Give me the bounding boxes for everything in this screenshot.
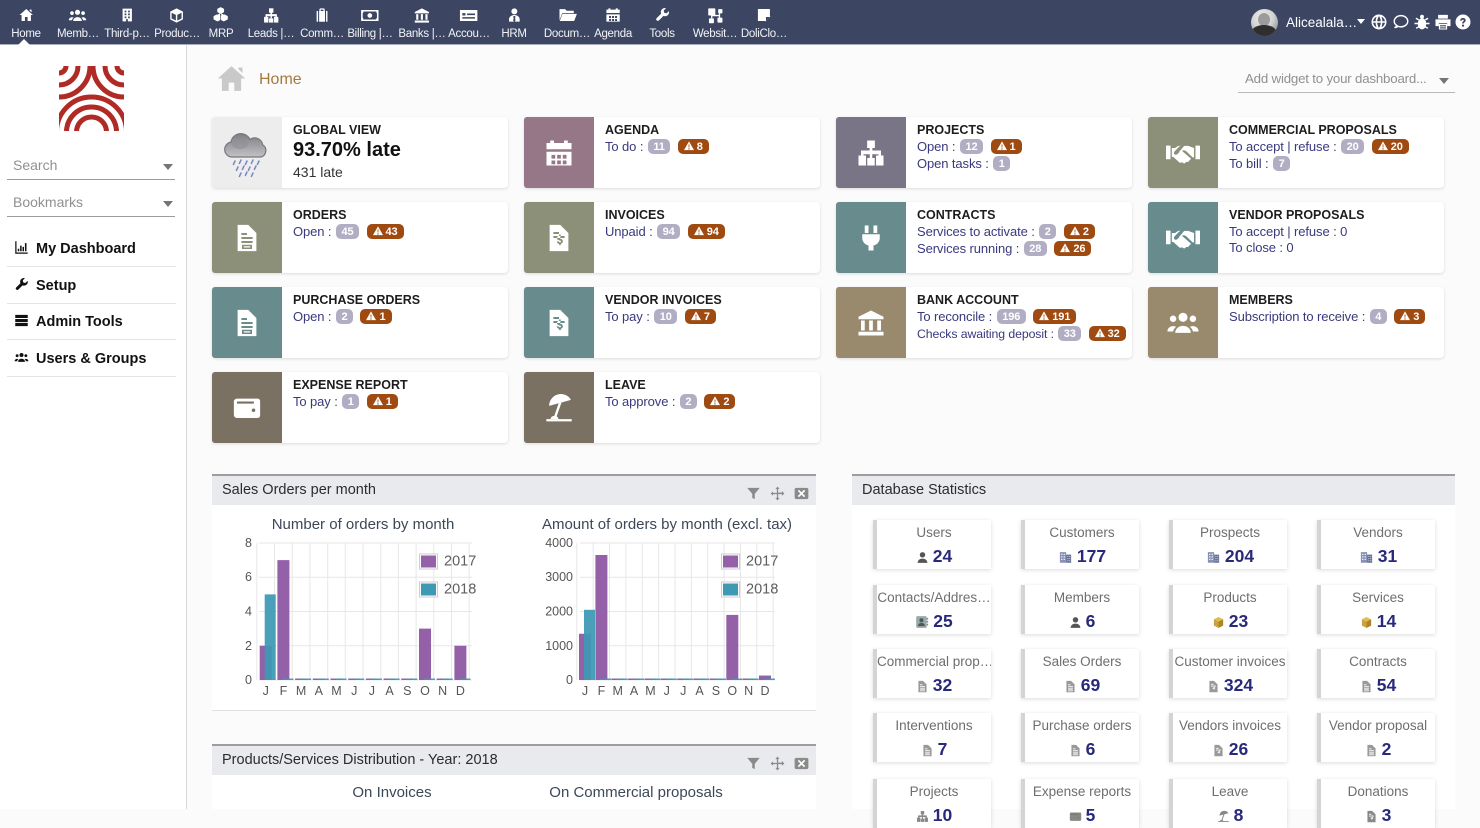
svg-text:2017: 2017 [444, 554, 476, 570]
svg-text:J: J [263, 684, 269, 698]
svg-text:Amount of orders by month (exc: Amount of orders by month (excl. tax) [542, 516, 792, 533]
svg-text:1000: 1000 [545, 639, 573, 653]
svg-text:2000: 2000 [545, 605, 573, 619]
svg-text:2018: 2018 [746, 582, 778, 598]
svg-text:4000: 4000 [545, 536, 573, 550]
svg-text:0: 0 [245, 673, 252, 687]
svg-text:J: J [582, 684, 588, 698]
svg-text:S: S [403, 684, 411, 698]
svg-text:M: M [331, 684, 341, 698]
svg-text:4: 4 [245, 605, 252, 619]
svg-text:2: 2 [245, 639, 252, 653]
svg-text:J: J [680, 684, 686, 698]
svg-text:M: M [645, 684, 655, 698]
svg-text:D: D [456, 684, 465, 698]
svg-text:2018: 2018 [444, 582, 476, 598]
svg-text:O: O [727, 684, 737, 698]
svg-text:M: M [612, 684, 622, 698]
svg-text:0: 0 [566, 673, 573, 687]
svg-text:A: A [695, 684, 704, 698]
svg-text:S: S [712, 684, 720, 698]
svg-text:J: J [664, 684, 670, 698]
svg-text:O: O [420, 684, 430, 698]
svg-text:F: F [280, 684, 288, 698]
svg-text:3000: 3000 [545, 570, 573, 584]
svg-text:N: N [744, 684, 753, 698]
svg-text:D: D [760, 684, 769, 698]
svg-text:A: A [630, 684, 639, 698]
svg-text:N: N [438, 684, 447, 698]
svg-text:A: A [315, 684, 324, 698]
svg-text:J: J [351, 684, 357, 698]
svg-text:M: M [296, 684, 306, 698]
svg-text:Number of orders by month: Number of orders by month [272, 516, 455, 533]
svg-text:A: A [385, 684, 394, 698]
svg-text:J: J [369, 684, 375, 698]
svg-text:8: 8 [245, 536, 252, 550]
svg-text:6: 6 [245, 570, 252, 584]
svg-text:F: F [598, 684, 606, 698]
svg-text:2017: 2017 [746, 554, 778, 570]
